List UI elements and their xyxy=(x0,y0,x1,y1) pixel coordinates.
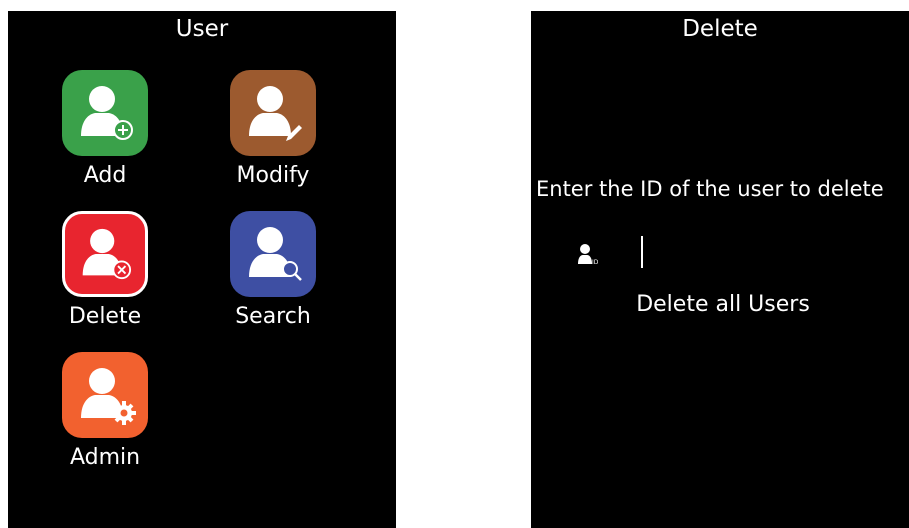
id-entry-row: ID xyxy=(577,236,837,270)
user-add-icon xyxy=(62,70,148,156)
user-edit-icon xyxy=(230,70,316,156)
delete-user-button[interactable]: Delete xyxy=(32,211,172,341)
screen-title: Delete xyxy=(682,16,758,42)
user-delete-icon xyxy=(62,211,148,297)
delete-screen: Delete Enter the ID of the user to delet… xyxy=(531,11,909,528)
delete-all-users-button[interactable]: Delete all Users xyxy=(531,291,909,319)
modify-user-button[interactable]: Modify xyxy=(200,70,340,200)
modify-label: Modify xyxy=(236,163,310,188)
delete-prompt: Enter the ID of the user to delete xyxy=(536,177,884,201)
admin-user-button[interactable]: Admin xyxy=(32,352,172,482)
add-label: Add xyxy=(83,163,127,188)
search-user-button[interactable]: Search xyxy=(200,211,340,341)
user-id-input[interactable] xyxy=(637,236,837,270)
user-menu-screen: User Add Modify Delete Search Admin xyxy=(8,11,396,528)
user-search-icon xyxy=(230,211,316,297)
screen-title: User xyxy=(175,16,229,42)
user-id-icon: ID xyxy=(578,244,599,266)
delete-label: Delete xyxy=(68,304,142,329)
svg-text:ID: ID xyxy=(592,259,599,266)
text-cursor xyxy=(641,236,643,268)
user-admin-icon xyxy=(62,352,148,438)
search-label: Search xyxy=(235,304,311,329)
add-user-button[interactable]: Add xyxy=(32,70,172,200)
admin-label: Admin xyxy=(69,445,141,470)
